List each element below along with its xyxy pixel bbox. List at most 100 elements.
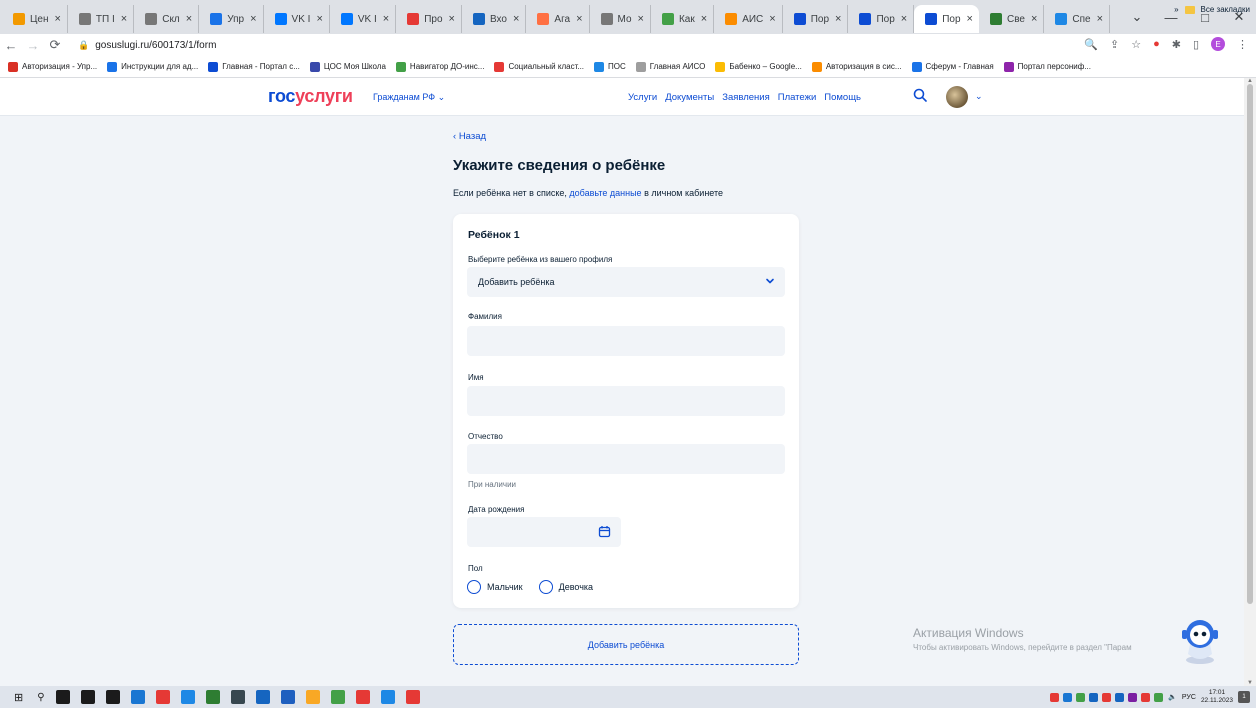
bookmark-item[interactable]: Навигатор ДО-инс... [395,61,484,72]
windows-start-icon[interactable]: ⊞ [14,691,23,704]
taskbar-app-icon[interactable] [305,690,320,704]
taskbar-app-icon[interactable] [230,690,245,704]
taskbar-app-icon[interactable] [80,690,95,704]
profile-avatar[interactable]: E [1211,37,1225,51]
taskbar-app-icon[interactable] [255,690,270,704]
forward-arrow-icon[interactable]: → [22,38,44,53]
radio-girl-label[interactable]: Девочка [559,582,593,592]
reload-icon[interactable]: ⟳ [44,37,66,53]
tab-close-icon[interactable]: × [54,13,60,25]
browser-tab[interactable]: Мо × [590,5,651,33]
bookmarks-overflow-icon[interactable]: » [1174,5,1178,14]
page-scrollbar[interactable]: ▲ ▼ [1244,78,1256,686]
bookmark-item[interactable]: ПОС [594,61,626,72]
nav-payments[interactable]: Платежи [778,92,817,103]
gosuslugi-logo[interactable]: госуслуги [268,86,353,107]
bookmark-item[interactable]: Авторизация - Упр... [8,61,97,72]
back-link[interactable]: ‹ Назад [453,131,486,142]
back-arrow-icon[interactable]: ← [0,38,22,53]
tray-app-icon[interactable] [1102,692,1112,702]
nav-help[interactable]: Помощь [824,92,861,103]
tab-close-icon[interactable]: × [769,13,775,25]
radio-boy-label[interactable]: Мальчик [487,582,523,592]
search-icon[interactable] [913,88,927,102]
tray-app-icon[interactable] [1089,692,1099,702]
browser-tab[interactable]: Све × [979,5,1045,33]
tab-close-icon[interactable]: × [250,13,256,25]
taskbar-app-icon[interactable] [180,690,195,704]
name-field[interactable] [467,386,785,416]
share-icon[interactable]: ⇪ [1110,38,1119,51]
radio-boy[interactable] [467,580,481,594]
birthdate-field[interactable] [467,517,621,547]
browser-tab[interactable]: АИС × [714,5,783,33]
tab-close-icon[interactable]: × [449,13,455,25]
tab-close-icon[interactable]: × [835,13,841,25]
browser-tab[interactable]: ТП І × [68,5,135,33]
taskbar-app-icon[interactable] [130,690,145,704]
side-panel-icon[interactable]: ▯ [1193,38,1199,51]
tab-search-icon[interactable]: ⌄ [1120,9,1154,25]
extension-icon[interactable]: ● [1153,38,1160,50]
add-child-button[interactable]: Добавить ребёнка [453,624,799,665]
browser-tab[interactable]: Пор × [848,5,915,33]
tab-close-icon[interactable]: × [1097,13,1103,25]
taskbar-app-icon[interactable] [355,690,370,704]
browser-tab[interactable]: VK І × [264,5,330,33]
bookmark-item[interactable]: Социальный класт... [494,61,584,72]
browser-tab[interactable]: Пор × [914,5,979,33]
radio-girl[interactable] [538,580,553,594]
menu-dots-icon[interactable]: ⋮ [1237,38,1248,51]
bookmark-item[interactable]: Главная - Портал с... [208,61,300,72]
nav-documents[interactable]: Документы [665,92,714,103]
tab-close-icon[interactable]: × [967,13,973,25]
taskbar-app-icon[interactable] [55,690,70,704]
surname-field[interactable] [467,326,785,356]
patronymic-field[interactable] [467,444,785,474]
browser-tab[interactable]: VK І × [330,5,397,33]
user-avatar[interactable] [946,86,968,108]
bookmark-item[interactable]: Сферум - Главная [911,61,994,72]
browser-tab[interactable]: Как × [651,5,715,33]
bookmark-item[interactable]: Авторизация в сис... [811,61,902,72]
tray-app-icon[interactable] [1050,692,1060,702]
scrollbar-thumb[interactable] [1247,84,1253,604]
taskbar-app-icon[interactable] [155,690,170,704]
tab-close-icon[interactable]: × [701,13,707,25]
system-clock[interactable]: 17:01 22.11.2023 [1201,689,1233,705]
tray-app-icon[interactable] [1128,692,1138,702]
tab-close-icon[interactable]: × [121,13,127,25]
tab-close-icon[interactable]: × [1031,13,1037,25]
bookmark-item[interactable]: Портал персониф... [1003,61,1091,72]
bookmark-item[interactable]: Главная АИСО [635,61,705,72]
all-bookmarks-link[interactable]: Все закладки [1201,5,1250,14]
region-selector[interactable]: Гражданам РФ ⌄ [373,92,445,103]
browser-tab[interactable]: Цен × [2,5,68,33]
tab-close-icon[interactable]: × [383,13,389,25]
tray-app-icon[interactable] [1063,692,1073,702]
tab-close-icon[interactable]: × [513,13,519,25]
tab-close-icon[interactable]: × [576,13,582,25]
taskbar-app-icon[interactable] [105,690,120,704]
taskbar-app-icon[interactable] [405,690,420,704]
browser-tab[interactable]: Вхо × [462,5,527,33]
browser-tab[interactable]: Упр × [199,5,264,33]
calendar-icon[interactable] [598,525,611,538]
tab-close-icon[interactable]: × [186,13,192,25]
bookmark-item[interactable]: ЦОС Моя Школа [309,61,386,72]
add-data-link[interactable]: добавьте данные [569,188,641,198]
tray-app-icon[interactable] [1115,692,1125,702]
select-child-dropdown[interactable]: Добавить ребёнка [467,267,785,297]
url-field[interactable]: 🔒 gosuslugi.ru/600173/1/form [78,40,216,51]
bookmark-item[interactable]: Бабенко – Google... [715,61,802,72]
tab-close-icon[interactable]: × [316,13,322,25]
lock-icon[interactable]: 🔒 [78,40,89,51]
tab-close-icon[interactable]: × [901,13,907,25]
taskbar-app-icon[interactable] [205,690,220,704]
zoom-icon[interactable]: 🔍 [1084,38,1098,51]
taskbar-search-icon[interactable]: ⚲ [37,692,44,703]
extensions-puzzle-icon[interactable]: ✱ [1172,38,1181,51]
browser-tab[interactable]: Скл × [134,5,200,33]
bookmark-item[interactable]: Инструкции для ад... [107,61,198,72]
browser-tab[interactable]: Ага × [526,5,590,33]
